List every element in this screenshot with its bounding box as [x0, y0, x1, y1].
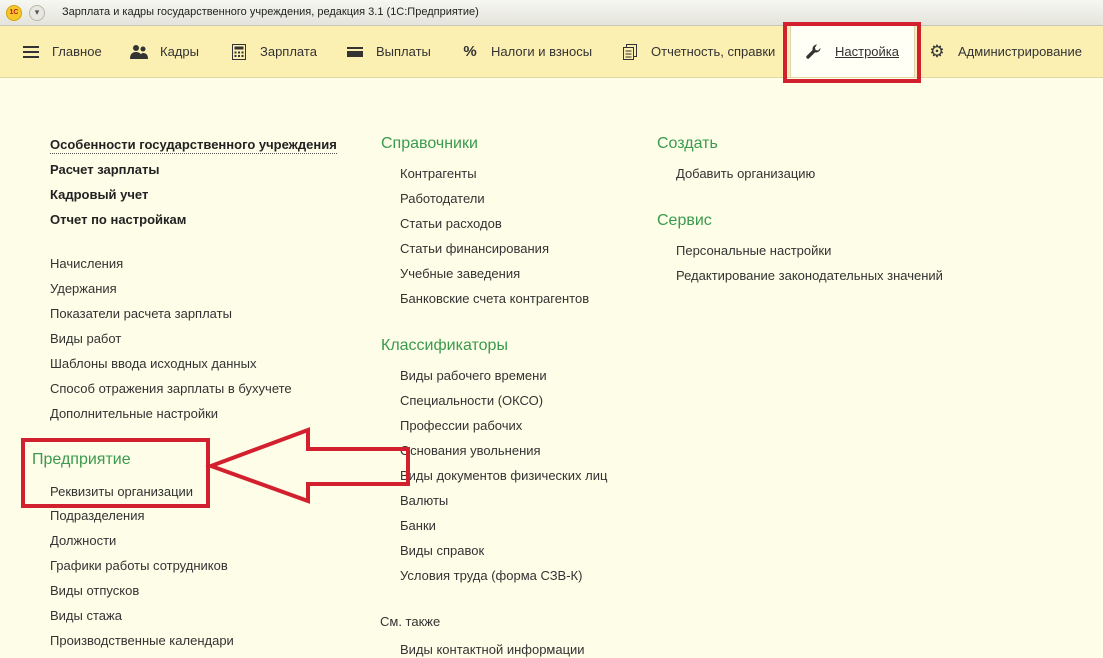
- link-additional-settings[interactable]: Дополнительные настройки: [50, 406, 218, 422]
- nav-label: Отчетность, справки: [651, 44, 776, 59]
- link-settings-report[interactable]: Отчет по настройкам: [50, 212, 186, 228]
- nav-item-taxes[interactable]: % Налоги и взносы: [461, 26, 592, 77]
- link-production-calendars[interactable]: Производственные календари: [50, 633, 234, 649]
- link-positions[interactable]: Должности: [50, 533, 116, 549]
- link-worker-professions[interactable]: Профессии рабочих: [400, 418, 522, 434]
- link-dismissal-grounds[interactable]: Основания увольнения: [400, 443, 541, 459]
- nav-label: Налоги и взносы: [491, 44, 593, 59]
- see-also-label: См. также: [380, 614, 441, 629]
- link-personal-settings[interactable]: Персональные настройки: [676, 243, 831, 259]
- link-work-time-types[interactable]: Виды рабочего времени: [400, 368, 547, 384]
- link-salary-reflection[interactable]: Способ отражения зарплаты в бухучете: [50, 381, 292, 397]
- section-title-references: Справочники: [381, 135, 478, 152]
- link-counterparties[interactable]: Контрагенты: [400, 166, 477, 182]
- section-title-create: Создать: [657, 135, 718, 152]
- link-certificate-types[interactable]: Виды справок: [400, 543, 484, 559]
- settings-panel: Особенности государственного учреждения …: [0, 78, 1103, 657]
- nav-label: Главное: [52, 44, 102, 59]
- section-title-service: Сервис: [657, 212, 712, 229]
- link-vacation-types[interactable]: Виды отпусков: [50, 583, 139, 599]
- link-institution-features[interactable]: Особенности государственного учреждения: [50, 137, 337, 154]
- link-add-organization[interactable]: Добавить организацию: [676, 166, 815, 182]
- annotation-arrow-icon: [205, 427, 410, 504]
- link-accruals[interactable]: Начисления: [50, 256, 123, 272]
- calculator-icon: [230, 43, 248, 61]
- nav-item-payments[interactable]: Выплаты: [346, 26, 431, 77]
- link-salary-calculation[interactable]: Расчет зарплаты: [50, 162, 159, 178]
- link-id-document-types[interactable]: Виды документов физических лиц: [400, 468, 607, 484]
- hamburger-icon: [22, 43, 40, 61]
- annotation-highlight-enterprise: [21, 438, 210, 508]
- nav-label: Зарплата: [260, 44, 317, 59]
- nav-label: Кадры: [160, 44, 199, 59]
- link-work-schedules[interactable]: Графики работы сотрудников: [50, 558, 228, 574]
- link-contact-info-types[interactable]: Виды контактной информации: [400, 642, 585, 658]
- gear-icon: ⚙: [929, 41, 945, 61]
- section-panel: Главное Кадры Зарплата Выплаты % Налоги …: [0, 26, 1103, 78]
- link-input-templates[interactable]: Шаблоны ввода исходных данных: [50, 356, 256, 372]
- app-logo-icon: 1С: [6, 5, 22, 21]
- main-menu-button[interactable]: ▾: [29, 5, 45, 21]
- link-work-types[interactable]: Виды работ: [50, 331, 121, 347]
- link-departments[interactable]: Подразделения: [50, 508, 145, 524]
- percent-icon: %: [463, 43, 477, 60]
- link-legislative-values[interactable]: Редактирование законодательных значений: [676, 268, 943, 284]
- link-salary-indicators[interactable]: Показатели расчета зарплаты: [50, 306, 232, 322]
- window-titlebar: 1С ▾ Зарплата и кадры государственного у…: [0, 0, 1103, 26]
- annotation-highlight-settings: [783, 22, 921, 83]
- link-bank-accounts[interactable]: Банковские счета контрагентов: [400, 291, 589, 307]
- documents-icon: [621, 43, 639, 61]
- nav-item-salary[interactable]: Зарплата: [230, 26, 317, 77]
- nav-item-reports[interactable]: Отчетность, справки: [621, 26, 775, 77]
- link-educational-institutions[interactable]: Учебные заведения: [400, 266, 520, 282]
- people-icon: [130, 43, 148, 61]
- wallet-icon: [346, 43, 364, 61]
- link-funding-items[interactable]: Статьи финансирования: [400, 241, 549, 257]
- link-working-conditions[interactable]: Условия труда (форма СЗВ-К): [400, 568, 582, 584]
- link-specialties[interactable]: Специальности (ОКСО): [400, 393, 543, 409]
- nav-item-main[interactable]: Главное: [22, 26, 102, 77]
- nav-item-administration[interactable]: ⚙ Администрирование: [928, 26, 1082, 77]
- section-title-classifiers: Классификаторы: [381, 337, 508, 354]
- link-expense-items[interactable]: Статьи расходов: [400, 216, 502, 232]
- link-hr-accounting[interactable]: Кадровый учет: [50, 187, 148, 203]
- nav-item-staff[interactable]: Кадры: [130, 26, 199, 77]
- link-employers[interactable]: Работодатели: [400, 191, 485, 207]
- nav-label: Администрирование: [958, 44, 1082, 59]
- link-experience-types[interactable]: Виды стажа: [50, 608, 122, 624]
- link-deductions[interactable]: Удержания: [50, 281, 117, 297]
- nav-label: Выплаты: [376, 44, 431, 59]
- window-title: Зарплата и кадры государственного учрежд…: [62, 6, 479, 18]
